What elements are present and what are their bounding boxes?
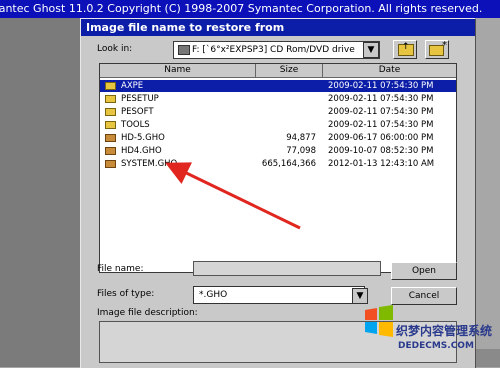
watermark-url: DEDECMS.COM [398, 341, 474, 351]
red-arrow-line [165, 162, 301, 230]
windows-logo-icon [365, 305, 393, 337]
watermark-brand: 织梦内容管理系统 [396, 324, 493, 338]
